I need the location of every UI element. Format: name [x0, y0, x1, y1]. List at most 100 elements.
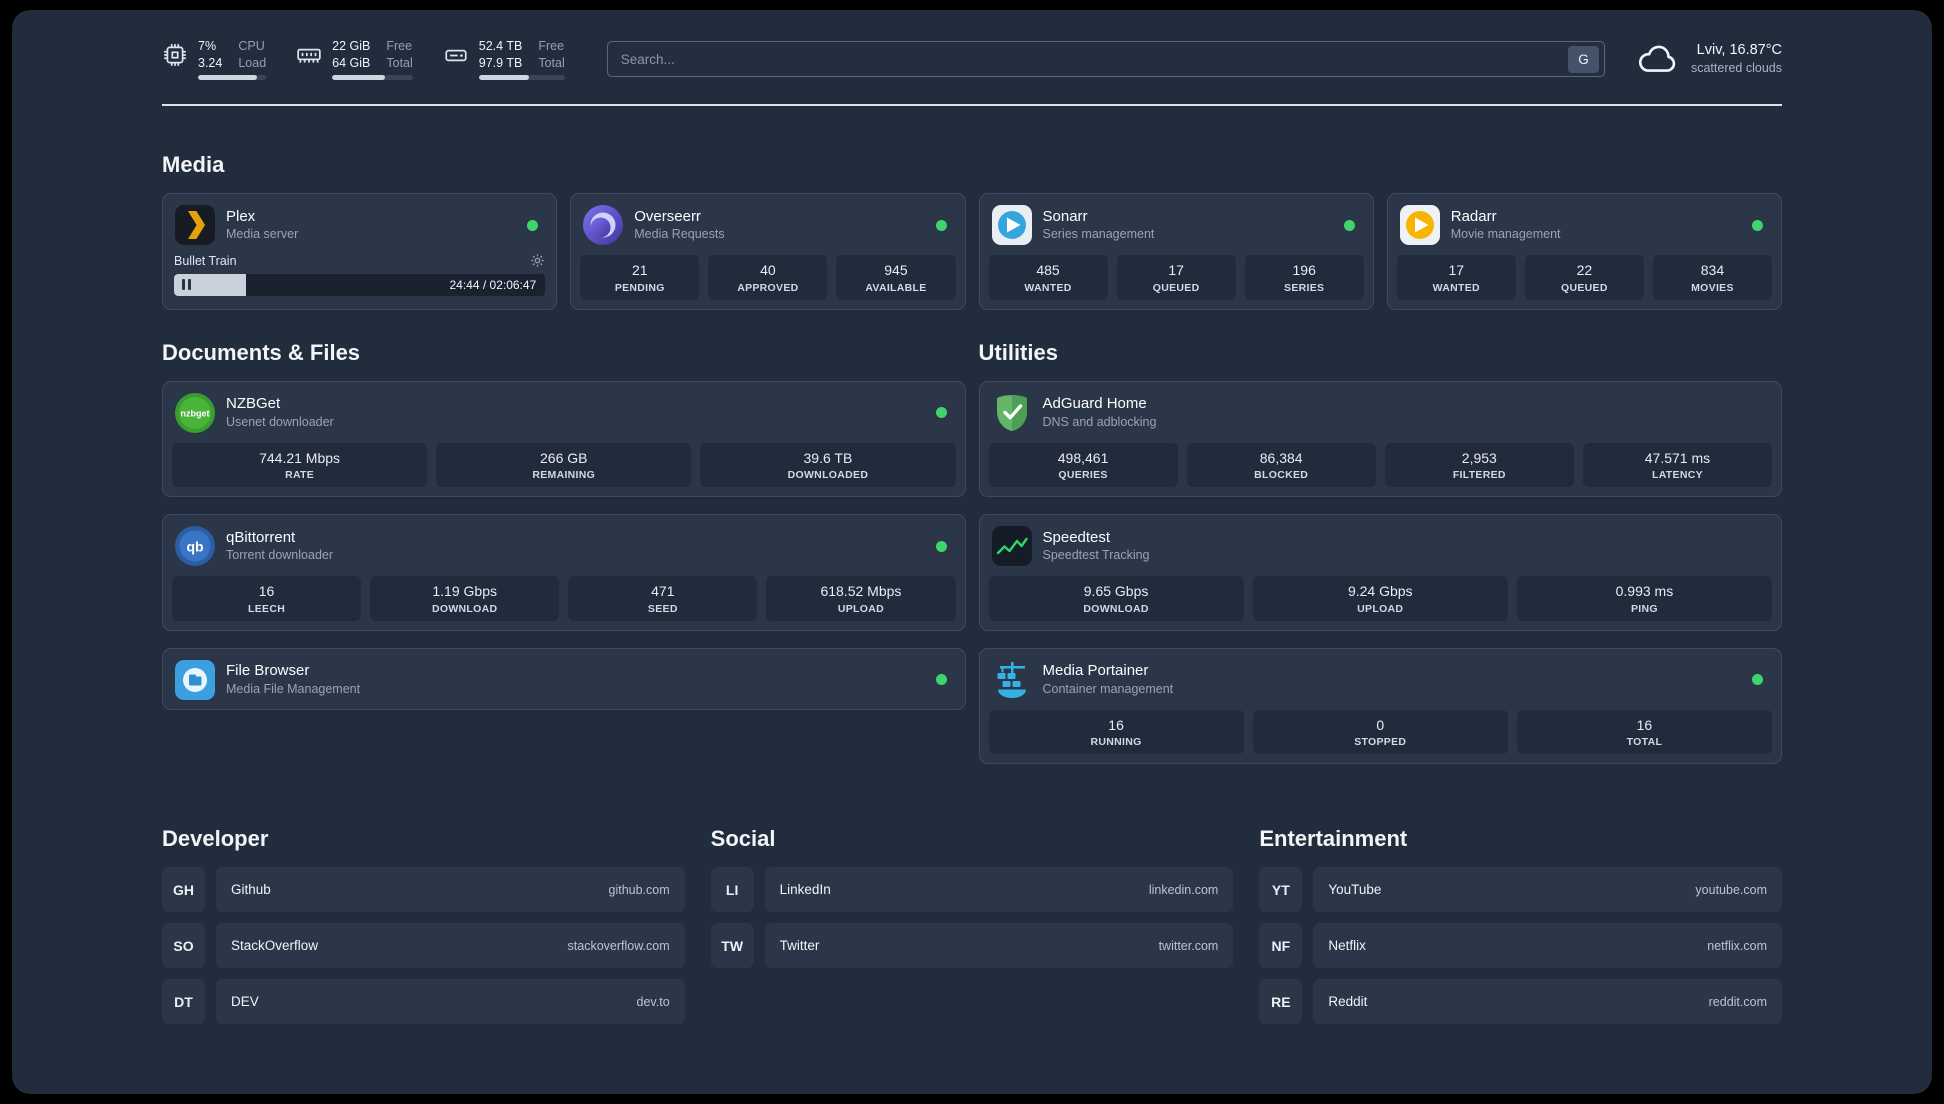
- app-card-qbittorrent[interactable]: qb qBittorrent Torrent downloader 16 LEE…: [162, 514, 966, 631]
- stat-filtered: 2,953 FILTERED: [1384, 442, 1574, 487]
- stat-queued: 22 QUEUED: [1524, 255, 1644, 300]
- app-name: NZBGet: [226, 395, 281, 412]
- bookmark-name: DEV: [231, 994, 259, 1009]
- playback-progress-bar[interactable]: 24:44 / 02:06:47: [174, 274, 546, 296]
- stat-label: QUEUED: [1561, 281, 1608, 294]
- app-subtitle: Movie management: [1450, 227, 1561, 242]
- disk-free-value: 52.4 TB: [478, 38, 523, 53]
- search-engine-button[interactable]: G: [1567, 45, 1599, 73]
- stat-approved: 40 APPROVED: [708, 255, 828, 300]
- stat-label: STOPPED: [1354, 736, 1407, 748]
- app-subtitle: Series management: [1042, 227, 1155, 242]
- bookmark-youtube[interactable]: YT YouTube youtube.com: [1259, 867, 1782, 912]
- bookmark-name: Twitter: [779, 938, 820, 953]
- stat-value: 16: [1108, 716, 1124, 733]
- app-card-file-browser[interactable]: File Browser Media File Management: [162, 647, 966, 710]
- stat-label: DOWNLOAD: [1083, 602, 1149, 615]
- nzbget-icon: nzbget: [175, 392, 215, 433]
- sonarr-icon: [991, 205, 1032, 245]
- section-title-documents: Documents & Files: [162, 339, 361, 365]
- stat-value: 498,461: [1057, 449, 1109, 466]
- status-online-dot: [1343, 219, 1355, 231]
- bookmark-abbr: YT: [1259, 867, 1303, 912]
- disk-total-label: Total: [538, 56, 565, 70]
- weather-location: Lviv, 16.87°C: [1696, 41, 1782, 58]
- stat-value: 1.19 Gbps: [432, 583, 497, 599]
- status-online-dot: [935, 674, 947, 685]
- stat-label: WANTED: [1024, 281, 1072, 294]
- stat-rate: 744.21 Mbps RATE: [172, 442, 428, 487]
- app-card-adguard-home[interactable]: AdGuard Home DNS and adblocking 498,461 …: [978, 380, 1782, 497]
- bookmark-name: YouTube: [1328, 882, 1382, 897]
- stat-series: 196 SERIES: [1244, 255, 1364, 300]
- app-name: Sonarr: [1042, 207, 1088, 225]
- app-card-overseerr[interactable]: Overseerr Media Requests 21 PENDING 40 A…: [570, 193, 966, 310]
- weather-widget: Lviv, 16.87°C scattered clouds: [1635, 41, 1782, 77]
- section-title-developer: Developer: [162, 826, 269, 851]
- stat-label: REMAINING: [532, 469, 596, 481]
- stat-label: LATENCY: [1651, 469, 1703, 481]
- app-subtitle: Media File Management: [226, 681, 361, 696]
- now-playing-title: Bullet Train: [174, 253, 237, 268]
- playback-time: 24:44 / 02:06:47: [449, 278, 537, 292]
- bookmark-reddit[interactable]: RE Reddit reddit.com: [1259, 979, 1782, 1024]
- stat-ping: 0.993 ms PING: [1516, 576, 1772, 621]
- stat-download: 1.19 Gbps DOWNLOAD: [370, 576, 560, 621]
- pause-icon[interactable]: [182, 279, 191, 290]
- bookmark-dev[interactable]: DT DEV dev.to: [162, 979, 685, 1024]
- app-subtitle: DNS and adblocking: [1042, 414, 1157, 429]
- status-online-dot: [935, 407, 947, 418]
- now-playing-widget: Bullet Train 24:44 / 02:06:47: [172, 253, 547, 296]
- app-name: Radarr: [1450, 207, 1497, 225]
- bookmark-github[interactable]: GH Github github.com: [162, 867, 685, 912]
- stat-value: 945: [884, 262, 908, 278]
- stat-blocked: 86,384 BLOCKED: [1186, 442, 1376, 487]
- portainer-icon: [992, 660, 1032, 700]
- stat-label: TOTAL: [1626, 736, 1663, 748]
- cpu-usage-bar: [198, 75, 267, 81]
- bookmark-abbr: DT: [162, 979, 205, 1024]
- app-card-radarr[interactable]: Radarr Movie management 17 WANTED 22 QUE…: [1386, 193, 1782, 310]
- status-online-dot: [935, 219, 947, 231]
- bookmark-url: reddit.com: [1708, 994, 1767, 1009]
- app-card-sonarr[interactable]: Sonarr Series management 485 WANTED 17 Q…: [978, 193, 1374, 310]
- app-card-nzbget[interactable]: nzbget NZBGet Usenet downloader 744.21 M…: [162, 380, 966, 497]
- section-title-social: Social: [710, 826, 776, 851]
- ram-free-value: 22 GiB: [332, 38, 371, 53]
- bookmark-abbr: TW: [710, 923, 754, 968]
- stat-value: 618.52 Mbps: [820, 583, 902, 599]
- overseerr-icon: [583, 205, 624, 245]
- app-card-media-portainer[interactable]: Media Portainer Container management 16 …: [978, 647, 1782, 764]
- disk-total-value: 97.9 TB: [478, 56, 523, 70]
- stat-label: UPLOAD: [837, 602, 884, 615]
- stat-label: MOVIES: [1691, 281, 1734, 294]
- disk-icon: [443, 42, 469, 68]
- cpu-load-value: 3.24: [198, 56, 223, 70]
- status-online-dot: [1752, 219, 1763, 231]
- stat-value: 266 GB: [540, 449, 588, 466]
- stat-value: 0.993 ms: [1615, 583, 1674, 599]
- stat-remaining: 266 GB REMAINING: [436, 442, 692, 487]
- stat-value: 40: [760, 262, 776, 278]
- bookmark-group-social: Social LI LinkedIn linkedin.com TW Twitt…: [710, 826, 1234, 1035]
- bookmark-name: StackOverflow: [231, 938, 319, 953]
- app-name: Speedtest: [1042, 528, 1111, 546]
- app-card-plex[interactable]: Plex Media server Bullet Train 24:44 / 0…: [162, 193, 558, 310]
- bookmark-stackoverflow[interactable]: SO StackOverflow stackoverflow.com: [162, 923, 685, 968]
- bookmark-name: LinkedIn: [779, 882, 831, 897]
- stat-upload: 9.24 Gbps UPLOAD: [1252, 576, 1508, 621]
- status-online-dot: [1752, 674, 1763, 685]
- player-settings-gear-icon[interactable]: [530, 253, 545, 268]
- status-online-dot: [527, 219, 539, 231]
- stat-running: 16 RUNNING: [988, 709, 1244, 754]
- bookmark-linkedin[interactable]: LI LinkedIn linkedin.com: [710, 867, 1234, 912]
- bookmark-group-entertainment: Entertainment YT YouTube youtube.com NF …: [1259, 826, 1782, 1035]
- app-name: File Browser: [226, 662, 310, 679]
- section-title-media: Media: [162, 152, 225, 177]
- app-card-speedtest[interactable]: Speedtest Speedtest Tracking 9.65 Gbps D…: [978, 514, 1782, 631]
- stat-value: 21: [632, 262, 648, 278]
- bookmark-netflix[interactable]: NF Netflix netflix.com: [1259, 923, 1782, 968]
- stat-label: QUEUED: [1152, 281, 1200, 294]
- search-input[interactable]: [620, 51, 1568, 67]
- bookmark-twitter[interactable]: TW Twitter twitter.com: [710, 923, 1234, 968]
